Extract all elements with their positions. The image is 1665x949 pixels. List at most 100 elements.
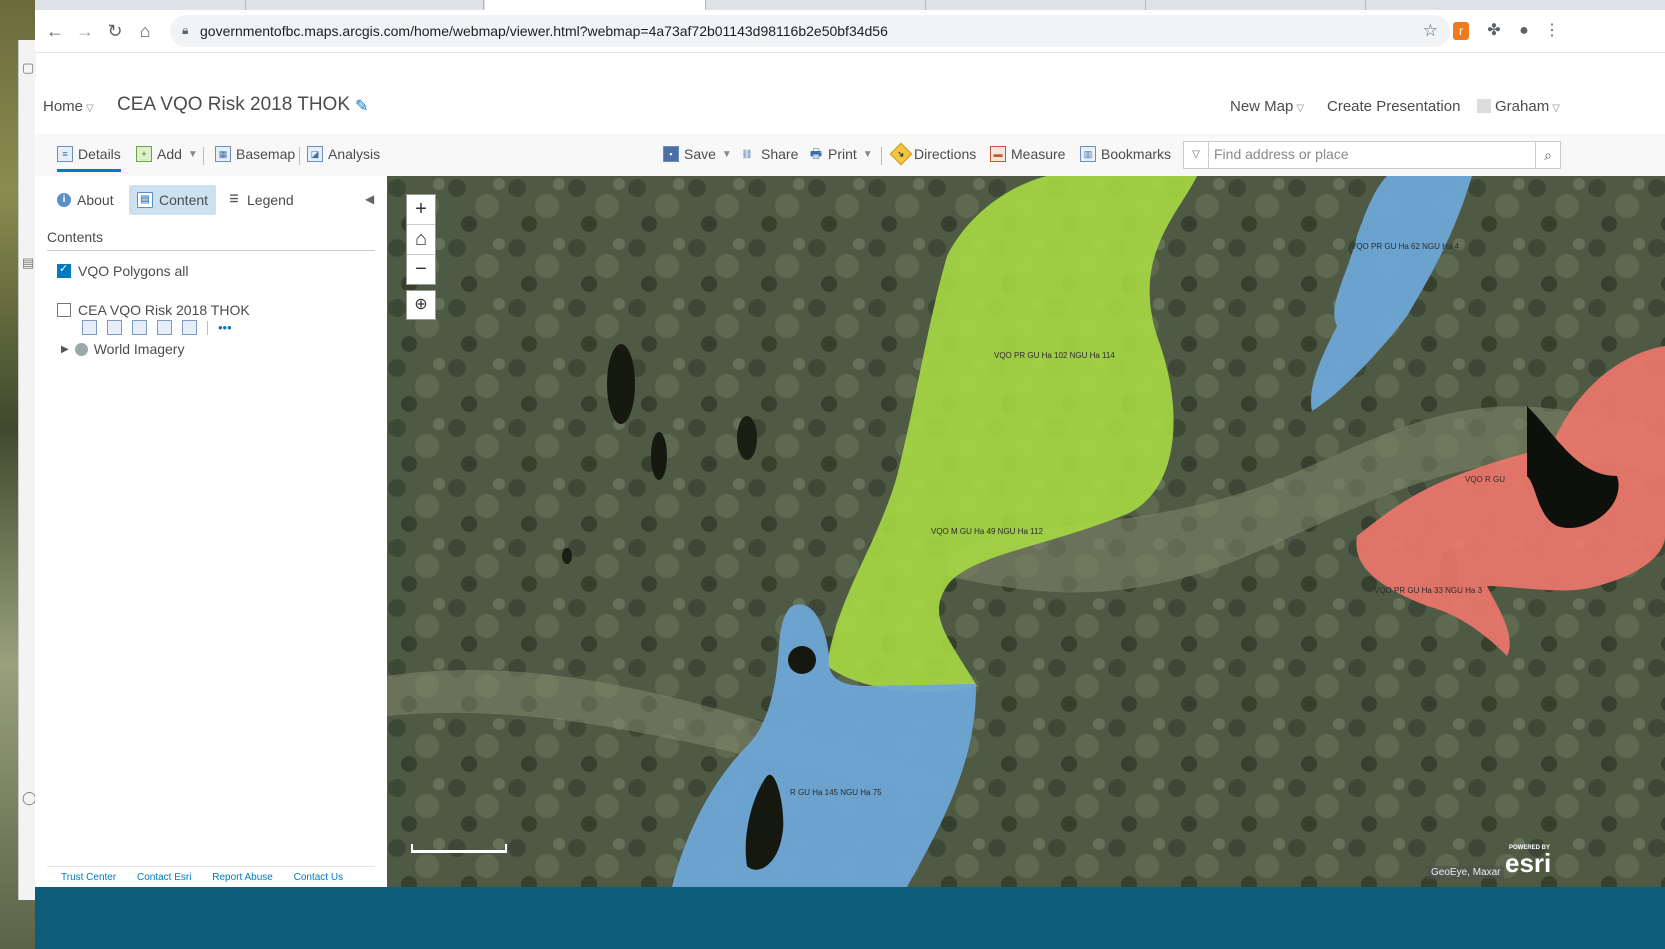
directions-button[interactable]: ➜ Directions	[889, 142, 976, 166]
tab-about[interactable]: i About	[49, 185, 122, 215]
extensions-puzzle-icon[interactable]: ✤	[1483, 20, 1505, 42]
map-title: CEA VQO Risk 2018 THOK	[117, 94, 351, 115]
browser-tab-strip	[35, 0, 1665, 10]
default-extent-home-icon[interactable]: ⌂	[407, 225, 435, 255]
user-menu[interactable]: Graham ▽	[1477, 98, 1560, 115]
layer-tools: •••	[82, 320, 242, 335]
analysis-icon: ◪	[307, 146, 323, 162]
esri-logo-text: esri	[1505, 848, 1552, 878]
show-legend-icon[interactable]	[82, 320, 97, 335]
search-source-dropdown-icon[interactable]: ▽	[1184, 142, 1209, 168]
browser-tab[interactable]	[35, 0, 246, 10]
measure-button[interactable]: ▬ Measure	[990, 146, 1065, 162]
toolbar-divider	[203, 147, 204, 165]
lake	[737, 416, 757, 460]
home-menu[interactable]: Home ▽	[43, 98, 94, 115]
reload-icon[interactable]: ↻	[103, 19, 127, 43]
back-icon[interactable]: ←	[43, 19, 67, 43]
report-abuse-link[interactable]: Report Abuse	[212, 872, 273, 883]
add-icon: +	[136, 146, 152, 162]
chevron-down-icon: ▽	[86, 103, 94, 114]
contact-us-link[interactable]: Contact Us	[294, 872, 343, 883]
attribution[interactable]: GeoEye, Maxar	[1427, 866, 1505, 879]
contact-esri-link[interactable]: Contact Esri	[137, 872, 191, 883]
esri-logo[interactable]: POWERED BY esri	[1505, 845, 1552, 879]
home-label[interactable]: Home	[43, 98, 83, 115]
tab-content[interactable]: ▤ Content	[129, 185, 217, 215]
add-button[interactable]: + Add ▼	[136, 146, 198, 162]
change-style-icon[interactable]	[132, 320, 147, 335]
avatar	[1477, 99, 1491, 113]
layer-name[interactable]: CEA VQO Risk 2018 THOK	[78, 302, 250, 318]
browser-tab[interactable]	[247, 0, 484, 10]
user-name[interactable]: Graham	[1495, 98, 1549, 115]
share-label: Share	[761, 146, 799, 162]
analysis-button[interactable]: ◪ Analysis	[307, 146, 380, 162]
chevron-down-icon: ▼	[187, 148, 198, 160]
tab-legend[interactable]: ☰ Legend	[219, 185, 302, 215]
zoom-in-icon[interactable]: +	[407, 195, 435, 225]
expand-arrow-icon[interactable]: ▶	[61, 344, 69, 355]
basemap-layer-name[interactable]: World Imagery	[94, 341, 185, 357]
locate-icon[interactable]: ⊕	[406, 290, 436, 320]
profile-icon[interactable]: ●	[1513, 20, 1535, 42]
extension-icon[interactable]: r	[1453, 22, 1469, 40]
details-button[interactable]: ≡ Details	[57, 146, 121, 172]
menu-dots-icon[interactable]: ⋮	[1541, 20, 1563, 42]
show-table-icon[interactable]	[107, 320, 122, 335]
create-presentation-link[interactable]: Create Presentation	[1327, 98, 1460, 115]
lake	[562, 548, 572, 564]
chevron-down-icon: ▽	[1552, 103, 1560, 114]
layer-item[interactable]: CEA VQO Risk 2018 THOK	[57, 302, 250, 318]
search-icon[interactable]: ⌕	[1535, 142, 1560, 168]
search-box: ▽ ⌕	[1183, 141, 1561, 169]
globe-icon	[74, 342, 88, 356]
share-link-icon: ⛓	[741, 149, 753, 159]
zoom-controls: + ⌂ −	[406, 194, 436, 285]
share-button[interactable]: ⛓ Share	[738, 146, 798, 162]
new-map-label[interactable]: New Map	[1230, 98, 1293, 115]
browser-tab-active[interactable]	[485, 0, 706, 10]
analysis-tool-icon[interactable]	[182, 320, 197, 335]
polygon-label: VQO PR GU Ha 102 NGU Ha 114	[994, 351, 1115, 360]
url-text[interactable]: governmentofbc.maps.arcgis.com/home/webm…	[200, 23, 888, 39]
forward-icon[interactable]: →	[73, 19, 97, 43]
print-label: Print	[828, 146, 857, 162]
browser-tab[interactable]	[927, 0, 1146, 10]
powered-by-label: POWERED BY	[1509, 845, 1551, 851]
info-icon: i	[57, 193, 71, 207]
more-options-icon[interactable]: •••	[218, 321, 232, 334]
browser-toolbar: ← → ↻ ⌂ 🔒︎ governmentofbc.maps.arcgis.co…	[35, 10, 1665, 53]
collapse-panel-icon[interactable]: ◀	[365, 192, 374, 206]
search-input[interactable]	[1214, 142, 1534, 166]
browser-tab[interactable]	[707, 0, 926, 10]
zoom-out-icon[interactable]: −	[407, 255, 435, 284]
basemap-icon: ▦	[215, 146, 231, 162]
browser-tab[interactable]	[1147, 0, 1366, 10]
basemap-layer-item[interactable]: ▶ World Imagery	[61, 341, 184, 357]
save-button[interactable]: ▪ Save ▼	[663, 146, 732, 162]
basemap-button[interactable]: ▦ Basemap	[215, 146, 295, 162]
bookmarks-button[interactable]: ▥ Bookmarks	[1080, 146, 1171, 162]
lake	[651, 432, 667, 480]
bookmark-star-icon[interactable]: ☆	[1423, 21, 1438, 41]
measure-ruler-icon: ▬	[990, 146, 1006, 162]
address-bar[interactable]: 🔒︎ governmentofbc.maps.arcgis.com/home/w…	[170, 15, 1450, 47]
map-view[interactable]: + ⌂ − ⊕ VQO PR GU Ha 102 NGU Ha 114 VQO …	[387, 176, 1665, 887]
layer-item[interactable]: VQO Polygons all	[57, 262, 189, 279]
edit-pencil-icon[interactable]: ✎	[355, 96, 368, 116]
layer-visibility-checkbox[interactable]	[57, 303, 71, 317]
polygon-label: VQO M GU Ha 49 NGU Ha 112	[931, 527, 1043, 536]
layer-name[interactable]: VQO Polygons all	[78, 263, 189, 279]
layer-visibility-checkbox[interactable]	[57, 262, 71, 278]
trust-center-link[interactable]: Trust Center	[61, 872, 116, 883]
home-icon[interactable]: ⌂	[133, 19, 157, 43]
contents-title: Contents	[47, 229, 104, 245]
measure-label: Measure	[1011, 146, 1066, 162]
tab-legend-label: Legend	[247, 192, 294, 208]
taskbar-panel: ▢ ▤ ◯	[18, 40, 37, 900]
new-map-menu[interactable]: New Map ▽	[1230, 98, 1304, 115]
print-button[interactable]: 🖶︎ Print ▼	[809, 146, 873, 162]
chevron-down-icon: ▼	[721, 148, 732, 160]
filter-icon[interactable]	[157, 320, 172, 335]
